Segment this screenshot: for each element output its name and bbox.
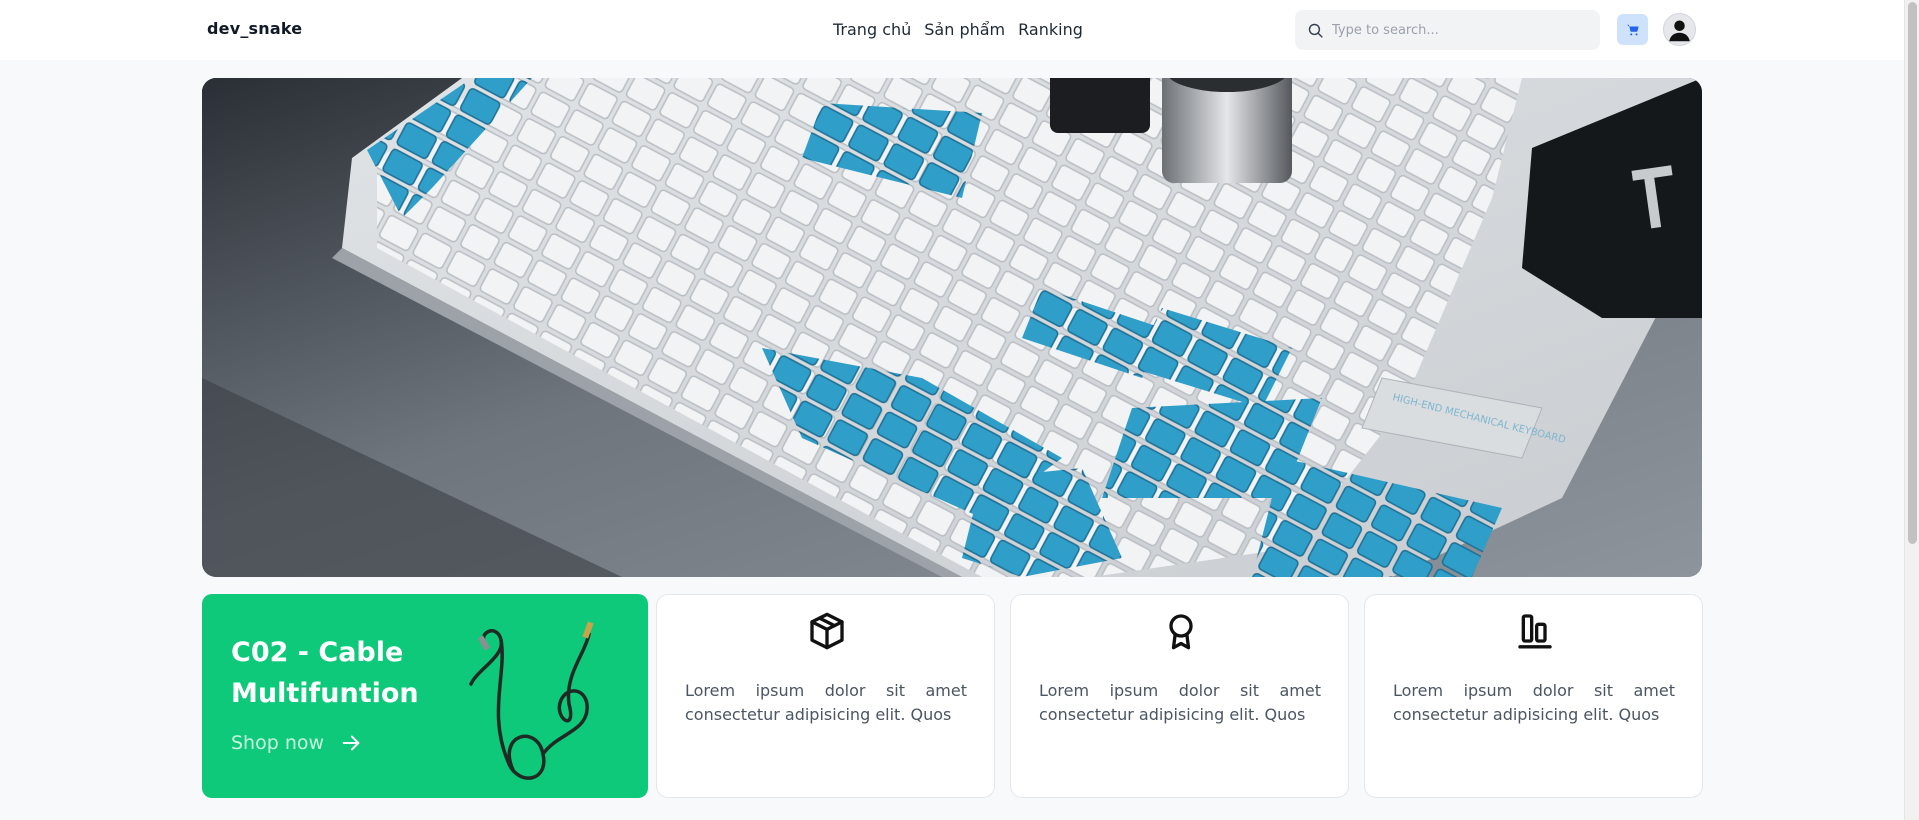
promo-title: C02 - Cable Multifuntion: [231, 637, 419, 709]
feature-card-2: Lorem ipsum dolor sit amet consectetur a…: [1010, 594, 1349, 798]
nav-item-products[interactable]: Sản phẩm: [924, 20, 1005, 39]
feature-text: Lorem ipsum dolor sit amet consectetur a…: [1039, 681, 1321, 724]
main-nav: Trang chủ Sản phẩm Ranking: [833, 20, 1083, 39]
bar-chart-icon: [1518, 614, 1552, 649]
search-icon: [1308, 23, 1323, 38]
nav-item-ranking[interactable]: Ranking: [1018, 20, 1083, 39]
box-icon: [810, 612, 844, 650]
page-scrollbar[interactable]: [1904, 0, 1919, 820]
arrow-right-icon: [342, 735, 360, 751]
keyboard-hero-image: HIGH-END MECHANICAL KEYBOARD: [202, 78, 1702, 577]
shop-now-link[interactable]: Shop now: [231, 732, 362, 754]
cart-icon: [1626, 24, 1639, 35]
user-avatar[interactable]: [1663, 13, 1696, 46]
shop-now-label: Shop now: [231, 732, 325, 754]
user-icon: [1669, 20, 1690, 42]
scrollbar-thumb[interactable]: [1908, 2, 1917, 544]
top-navbar: dev_snake Trang chủ Sản phẩm Ranking: [0, 0, 1904, 60]
cart-button[interactable]: [1617, 14, 1648, 45]
award-icon: [1169, 614, 1193, 650]
nav-item-home[interactable]: Trang chủ: [833, 20, 911, 39]
feature-card-3: Lorem ipsum dolor sit amet consectetur a…: [1364, 594, 1703, 798]
cable-product-image: [469, 621, 594, 780]
feature-text: Lorem ipsum dolor sit amet consectetur a…: [1393, 681, 1675, 724]
hero-banner: HIGH-END MECHANICAL KEYBOARD: [202, 78, 1702, 577]
promo-card[interactable]: C02 - Cable Multifuntion Shop now: [202, 594, 648, 798]
search-input[interactable]: [1332, 22, 1582, 38]
search-bar: [1295, 10, 1600, 50]
feature-card-1: Lorem ipsum dolor sit amet consectetur a…: [656, 594, 995, 798]
feature-text: Lorem ipsum dolor sit amet consectetur a…: [685, 681, 967, 724]
brand-logo[interactable]: dev_snake: [207, 19, 302, 38]
